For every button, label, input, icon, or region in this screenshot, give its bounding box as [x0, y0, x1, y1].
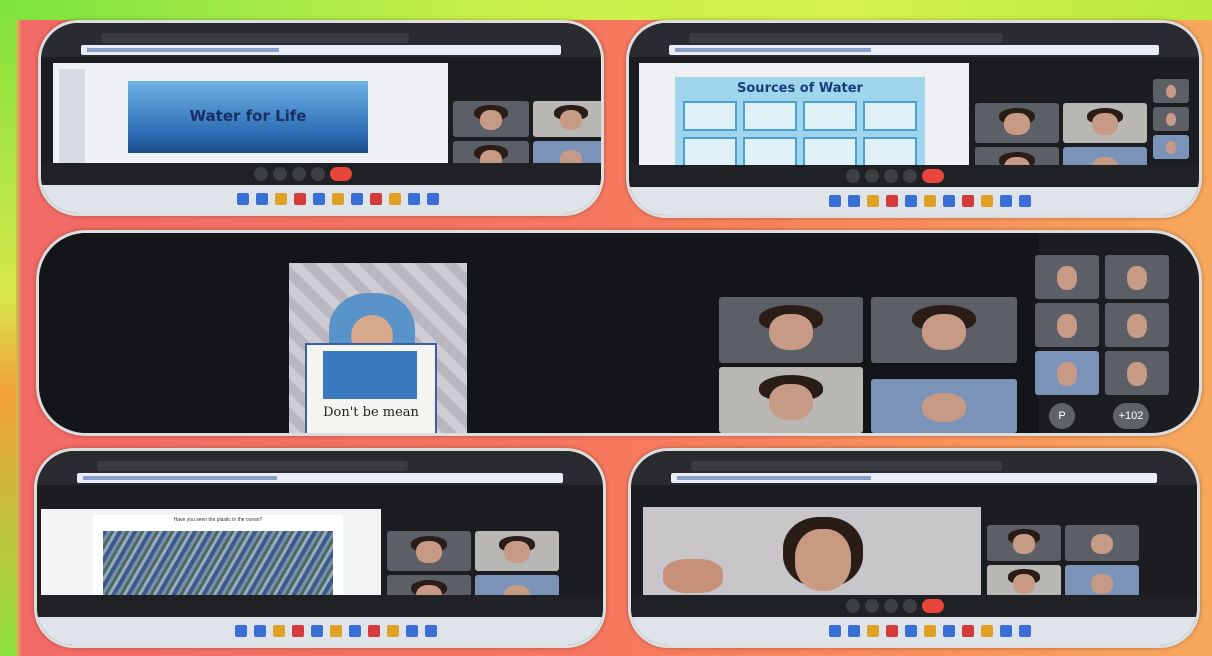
poster: Don't be mean — [305, 343, 437, 433]
participant-tile[interactable] — [719, 297, 863, 363]
shared-video-student: Don't be mean — [289, 263, 467, 433]
camera-icon[interactable] — [864, 169, 879, 183]
mic-icon[interactable] — [846, 599, 861, 613]
slide-sources-of-water: Sources of Water — [675, 77, 925, 175]
browser-tabs[interactable] — [691, 461, 1003, 471]
browser-tabs[interactable] — [101, 33, 409, 43]
participant-tile[interactable] — [987, 525, 1061, 561]
participant-tile[interactable] — [719, 367, 863, 433]
browser-chrome — [37, 451, 603, 485]
participant-tile[interactable] — [1105, 255, 1169, 299]
participant-tile[interactable] — [1035, 303, 1099, 347]
screenshot-panel-ocean-plastic: Have you seen the plastic in the ocean? — [34, 448, 606, 648]
slide-ocean-plastic: Have you seen the plastic in the ocean? — [93, 515, 343, 607]
present-icon[interactable] — [902, 169, 917, 183]
taskbar — [37, 617, 603, 645]
camera-icon[interactable] — [272, 167, 287, 181]
meeting-controls — [846, 599, 945, 613]
camera-icon[interactable] — [865, 599, 880, 613]
avatar[interactable]: P — [1049, 403, 1075, 429]
more-participants-badge[interactable]: +102 — [1113, 403, 1149, 429]
taskbar — [41, 185, 601, 213]
address-bar[interactable] — [671, 473, 1157, 483]
taskbar — [631, 617, 1197, 645]
decorative-left-border — [0, 0, 16, 656]
address-bar[interactable] — [81, 45, 561, 55]
meeting-controls — [253, 167, 352, 181]
participant-tile[interactable] — [475, 531, 559, 571]
participant-tile[interactable] — [1035, 351, 1099, 395]
participant-tile[interactable] — [871, 379, 1017, 433]
end-call-button[interactable] — [922, 599, 945, 613]
taskbar-icons[interactable] — [829, 625, 1032, 637]
taskbar-icons[interactable] — [237, 193, 439, 205]
mic-icon[interactable] — [845, 169, 860, 183]
participant-tile[interactable] — [387, 531, 471, 571]
participant-tile[interactable] — [975, 103, 1059, 143]
address-bar[interactable] — [669, 45, 1159, 55]
slide-water-for-life: Water for Life — [128, 81, 368, 153]
participant-tile[interactable] — [1063, 103, 1147, 143]
address-bar[interactable] — [77, 473, 563, 483]
end-call-button[interactable] — [329, 167, 352, 181]
water-source-images — [683, 101, 917, 167]
screenshot-panel-water-for-life: Water for Life — [38, 20, 604, 216]
browser-chrome — [631, 451, 1197, 485]
taskbar-icons[interactable] — [828, 195, 1031, 207]
participant-tile[interactable] — [1105, 303, 1169, 347]
captions-icon[interactable] — [291, 167, 306, 181]
participant-tile[interactable] — [1153, 107, 1189, 131]
taskbar — [629, 187, 1199, 215]
mic-icon[interactable] — [253, 167, 268, 181]
poster-text: Don't be mean — [323, 405, 419, 420]
present-icon[interactable] — [310, 167, 325, 181]
meeting-controls — [845, 169, 944, 183]
participant-tile[interactable] — [453, 101, 529, 137]
participant-tile[interactable] — [1153, 79, 1189, 103]
participant-tile[interactable] — [1105, 351, 1169, 395]
screenshot-panel-teacher-video — [628, 448, 1200, 648]
decorative-top-border — [0, 0, 1212, 20]
present-icon[interactable] — [903, 599, 918, 613]
poster-drawing — [323, 351, 417, 399]
browser-tabs[interactable] — [97, 461, 409, 471]
screenshot-panel-poster-presentation: Don't be mean P +102 — [36, 230, 1202, 436]
slide-title: Water for Life — [189, 107, 307, 125]
browser-chrome — [629, 23, 1199, 57]
taskbar-icons[interactable] — [235, 625, 438, 637]
browser-tabs[interactable] — [689, 33, 1003, 43]
participant-tile[interactable] — [1035, 255, 1099, 299]
meeting-toolbar — [37, 595, 603, 617]
participant-tile[interactable] — [871, 297, 1017, 363]
browser-chrome — [41, 23, 601, 57]
end-call-button[interactable] — [921, 169, 944, 183]
captions-icon[interactable] — [883, 169, 898, 183]
captions-icon[interactable] — [884, 599, 899, 613]
screenshot-panel-sources-of-water: Sources of Water — [626, 20, 1202, 218]
plastic-waste-photo — [103, 531, 333, 603]
slide-caption: Have you seen the plastic in the ocean? — [173, 517, 263, 523]
participant-tile[interactable] — [1065, 525, 1139, 561]
participant-tile[interactable] — [533, 101, 601, 137]
slide-title: Sources of Water — [737, 81, 863, 96]
participant-tile[interactable] — [1153, 135, 1189, 159]
raised-hand — [663, 559, 723, 593]
